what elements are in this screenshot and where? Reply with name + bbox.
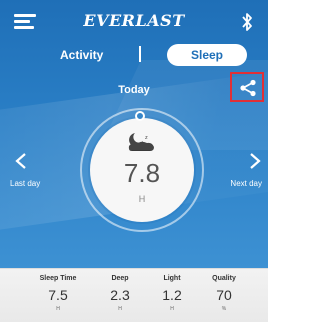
stats-bar: Sleep Time 7.5 H Deep 2.3 H Light 1.2 H … (0, 268, 268, 322)
stat-value: 2.3 (110, 287, 130, 303)
chevron-left-icon (15, 153, 26, 169)
tab-sleep[interactable]: Sleep (167, 44, 247, 66)
stat-unit: H (118, 306, 122, 312)
stat-unit: H (170, 306, 174, 312)
brand-logo: EVERLAST (83, 11, 185, 30)
stat-unit: % (221, 306, 227, 312)
stat-label: Sleep Time (39, 275, 77, 282)
chevron-right-icon (250, 153, 261, 169)
stat-quality: Quality 70 % (197, 275, 251, 312)
stat-label: Deep (111, 275, 129, 282)
stat-deep: Deep 2.3 H (93, 275, 147, 312)
stat-unit: H (56, 306, 60, 312)
stat-value: 70 (216, 287, 232, 303)
hero-panel: EVERLAST Activity Sleep Today Last day N… (0, 0, 268, 268)
stat-light: Light 1.2 H (145, 275, 199, 312)
bluetooth-icon[interactable] (240, 12, 254, 32)
prev-day-button[interactable]: Last day (10, 152, 54, 188)
sleep-total-unit: H (138, 194, 146, 204)
stat-value: 7.5 (48, 287, 68, 303)
prev-day-label: Last day (10, 179, 41, 188)
day-label: Today (118, 84, 150, 96)
stat-label: Quality (212, 275, 236, 282)
stat-value: 1.2 (162, 287, 182, 303)
tab-activity[interactable]: Activity (60, 48, 103, 62)
next-day-button[interactable]: Next day (218, 152, 262, 188)
share-button[interactable] (230, 72, 264, 102)
stat-label: Light (163, 275, 181, 282)
next-day-label: Next day (230, 179, 262, 188)
stat-sleep-time: Sleep Time 7.5 H (31, 275, 85, 312)
progress-marker (135, 111, 145, 121)
sleep-total-value: 7.8 (123, 158, 161, 188)
share-icon (240, 79, 256, 97)
svg-text:z: z (145, 135, 148, 141)
tab-divider (139, 46, 141, 62)
sleep-screen: EVERLAST Activity Sleep Today Last day N… (0, 0, 268, 322)
sleep-moon-icon: z (128, 133, 154, 151)
